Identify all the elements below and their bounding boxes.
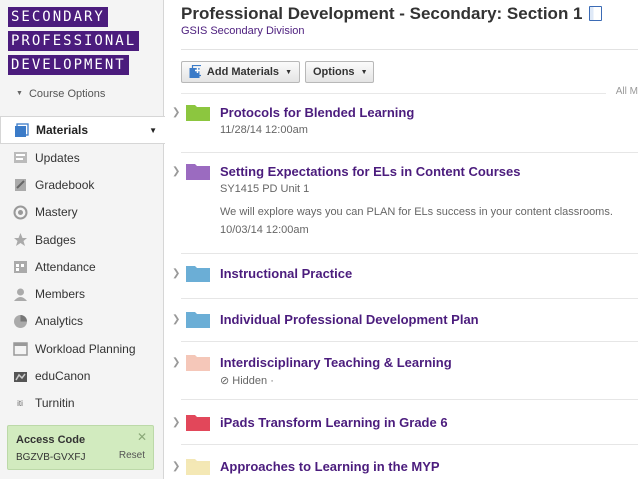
folder-meta-text: SY1415 PD Unit 1 bbox=[220, 183, 310, 195]
logo-line-3: DEVELOPMENT bbox=[8, 55, 129, 75]
access-code-box: Access Code ✕ BGZVB-GVXFJ Reset bbox=[7, 425, 154, 470]
sidebar-item-label: Gradebook bbox=[35, 177, 95, 192]
sidebar-item-label: eduCanon bbox=[35, 369, 91, 384]
folder-icon bbox=[186, 457, 210, 475]
workload-icon bbox=[12, 341, 28, 357]
add-materials-icon bbox=[189, 65, 201, 78]
folder-title-link[interactable]: Interdisciplinary Teaching & Learning bbox=[220, 355, 452, 370]
caret-down-icon: ▼ bbox=[360, 68, 368, 76]
sidebar-item-updates[interactable]: Updates bbox=[0, 144, 164, 171]
folder-title-link[interactable]: Individual Professional Development Plan bbox=[220, 312, 479, 327]
logo-line-1: SECONDARY bbox=[8, 7, 108, 27]
folder-title-link[interactable]: iPads Transform Learning in Grade 6 bbox=[220, 415, 448, 430]
folder-meta-text: 11/28/14 12:00am bbox=[220, 124, 308, 136]
sidebar-item-educanon[interactable]: eduCanon bbox=[0, 362, 164, 389]
options-button[interactable]: Options ▼ bbox=[305, 61, 374, 83]
folder-icon bbox=[186, 310, 210, 328]
sidebar-item-members[interactable]: Members bbox=[0, 280, 164, 307]
divider bbox=[181, 399, 638, 400]
sidebar-item-label: Updates bbox=[35, 150, 80, 165]
caret-down-icon: ▼ bbox=[285, 68, 292, 76]
expand-arrow-icon[interactable]: ❯ bbox=[172, 166, 180, 177]
updates-icon bbox=[12, 150, 28, 166]
analytics-icon bbox=[12, 313, 28, 329]
course-options-button[interactable]: ▼ Course Options bbox=[16, 88, 105, 100]
folder-icon bbox=[186, 413, 210, 431]
expand-arrow-icon[interactable]: ❯ bbox=[172, 461, 180, 472]
expand-arrow-icon[interactable]: ❯ bbox=[172, 417, 180, 428]
sidebar-item-label: Badges bbox=[35, 232, 76, 247]
course-options-label: Course Options bbox=[28, 88, 106, 100]
reset-access-code-link[interactable]: Reset bbox=[119, 450, 145, 461]
options-label: Options bbox=[313, 66, 355, 78]
page-title-text: Professional Development - Secondary: Se… bbox=[181, 4, 583, 23]
sidebar-item-mastery[interactable]: Mastery bbox=[0, 199, 164, 226]
divider bbox=[181, 298, 638, 299]
folder-title-link[interactable]: Instructional Practice bbox=[220, 266, 352, 281]
sidebar-item-label: Materials bbox=[36, 123, 89, 137]
gradebook-icon bbox=[12, 177, 28, 193]
logo-line-2: PROFESSIONAL bbox=[8, 31, 140, 51]
members-icon bbox=[12, 286, 28, 302]
educanon-icon bbox=[12, 368, 28, 384]
folder-icon bbox=[186, 264, 210, 282]
sidebar-nav: Materials ▼ Updates Gradebook Mastery Ba… bbox=[0, 116, 165, 417]
sidebar-item-label: Analytics bbox=[35, 314, 84, 329]
sidebar-item-label: Members bbox=[35, 287, 86, 302]
expand-arrow-icon[interactable]: ❯ bbox=[172, 314, 180, 325]
sidebar-item-attendance[interactable]: Attendance bbox=[0, 253, 164, 280]
sidebar-item-gradebook[interactable]: Gradebook bbox=[0, 171, 164, 198]
main-content: Professional Development - Secondary: Se… bbox=[164, 0, 638, 479]
all-materials-filter[interactable]: All M bbox=[616, 86, 638, 97]
sidebar-item-turnitin[interactable]: iti Turnitin bbox=[0, 390, 164, 417]
folder-title-link[interactable]: Protocols for Blended Learning bbox=[220, 105, 414, 120]
course-subtitle-link[interactable]: GSIS Secondary Division bbox=[181, 25, 305, 37]
mastery-icon bbox=[12, 204, 28, 220]
folder-icon bbox=[186, 162, 210, 180]
expand-arrow-icon[interactable]: ❯ bbox=[172, 268, 180, 279]
folder-meta-text: ⊘ Hidden · bbox=[220, 375, 274, 387]
badges-icon bbox=[12, 232, 28, 248]
expand-arrow-icon[interactable]: ❯ bbox=[172, 357, 180, 368]
divider bbox=[181, 152, 638, 153]
close-icon[interactable]: ✕ bbox=[137, 430, 147, 444]
sidebar-item-label: Attendance bbox=[35, 259, 96, 274]
sidebar: SECONDARY PROFESSIONAL DEVELOPMENT ▼ Cour… bbox=[0, 0, 165, 479]
chevron-down-icon[interactable]: ▼ bbox=[149, 126, 157, 135]
page-title: Professional Development - Secondary: Se… bbox=[181, 4, 602, 24]
divider bbox=[181, 444, 638, 445]
folder-icon bbox=[186, 353, 210, 371]
sidebar-item-label: Workload Planning bbox=[35, 341, 136, 356]
divider bbox=[181, 49, 638, 50]
sidebar-item-analytics[interactable]: Analytics bbox=[0, 308, 164, 335]
access-code-value: BGZVB-GVXFJ bbox=[16, 452, 86, 463]
sidebar-item-label: Turnitin bbox=[35, 396, 75, 411]
book-icon[interactable] bbox=[588, 6, 602, 21]
folder-meta-text: 10/03/14 12:00am bbox=[220, 224, 309, 236]
folder-title-link[interactable]: Approaches to Learning in the MYP bbox=[220, 459, 440, 474]
expand-arrow-icon[interactable]: ❯ bbox=[172, 107, 180, 118]
access-code-label: Access Code bbox=[16, 434, 86, 446]
sidebar-item-badges[interactable]: Badges bbox=[0, 226, 164, 253]
add-materials-label: Add Materials bbox=[206, 66, 280, 78]
folder-icon bbox=[186, 103, 210, 121]
caret-down-icon: ▼ bbox=[16, 90, 23, 97]
turnitin-icon: iti bbox=[17, 398, 23, 408]
divider bbox=[181, 253, 638, 254]
folder-meta-text: We will explore ways you can PLAN for EL… bbox=[220, 206, 613, 218]
sidebar-item-workload-planning[interactable]: Workload Planning bbox=[0, 335, 164, 362]
sidebar-item-label: Mastery bbox=[35, 205, 78, 220]
divider bbox=[181, 93, 606, 94]
course-logo[interactable]: SECONDARY PROFESSIONAL DEVELOPMENT bbox=[8, 7, 140, 79]
add-materials-button[interactable]: Add Materials ▼ bbox=[181, 61, 300, 83]
folder-title-link[interactable]: Setting Expectations for ELs in Content … bbox=[220, 164, 520, 179]
materials-icon bbox=[13, 122, 29, 138]
sidebar-item-materials[interactable]: Materials ▼ bbox=[0, 116, 165, 144]
divider bbox=[181, 341, 638, 342]
attendance-icon bbox=[12, 259, 28, 275]
